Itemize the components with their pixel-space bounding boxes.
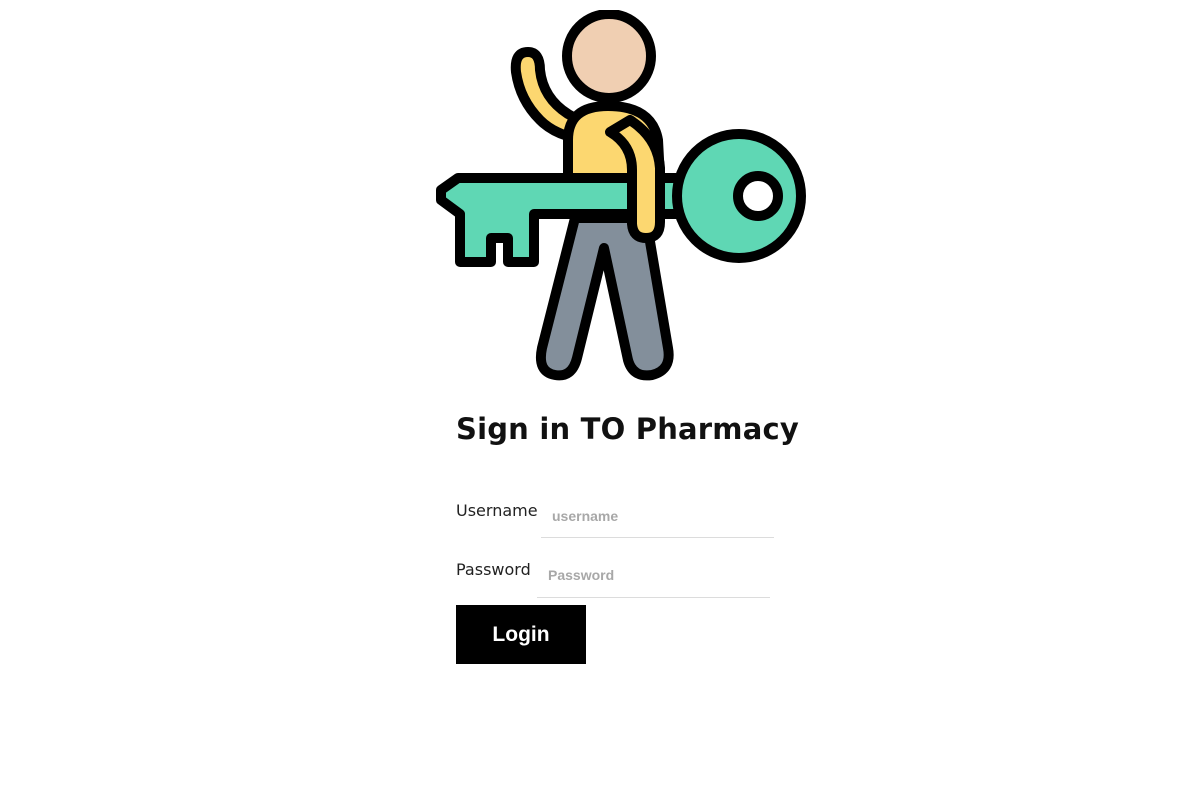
person-holding-key-icon (436, 10, 806, 381)
login-page: Sign in TO Pharmacy Username Password Lo… (0, 0, 1191, 811)
page-title: Sign in TO Pharmacy (456, 412, 799, 446)
username-label: Username (456, 501, 538, 520)
password-input[interactable] (537, 553, 770, 598)
username-input[interactable] (541, 494, 774, 538)
password-label: Password (456, 560, 531, 579)
login-button[interactable]: Login (456, 605, 586, 664)
